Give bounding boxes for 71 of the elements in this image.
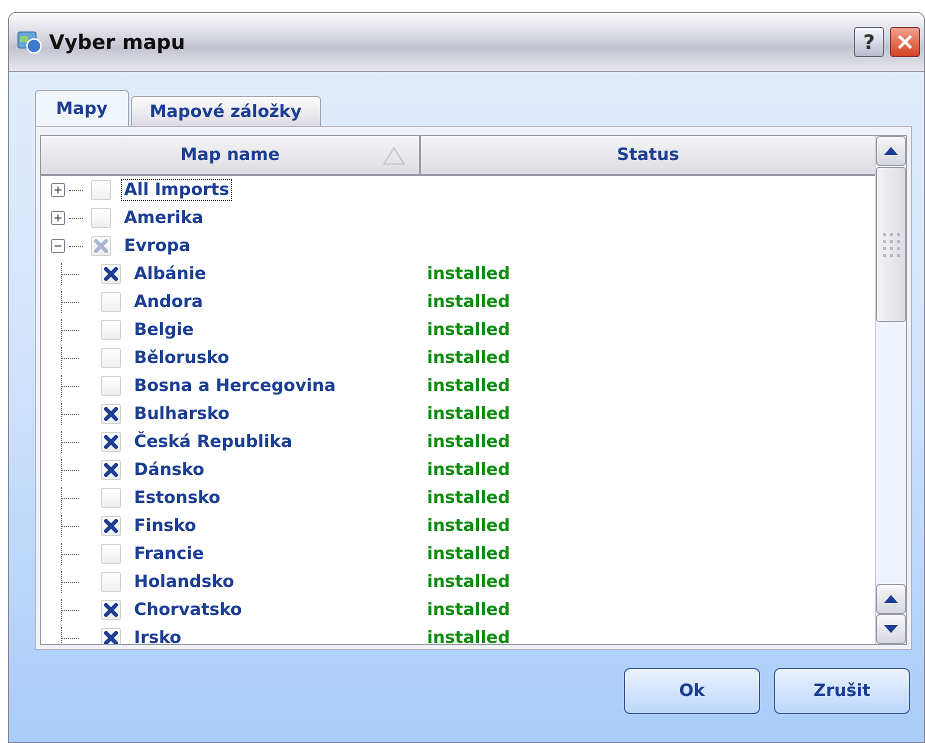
checkbox[interactable]	[101, 264, 121, 284]
tree-item[interactable]: Holandsko	[131, 571, 238, 593]
tree-item[interactable]: Evropa	[121, 235, 194, 257]
expand-icon[interactable]	[51, 211, 65, 225]
down-arrow-icon	[884, 625, 898, 633]
dialog-button[interactable]: Ok	[624, 668, 760, 714]
checkbox[interactable]	[101, 488, 121, 508]
status-text: installed	[427, 460, 510, 480]
status-text: installed	[427, 544, 510, 564]
status-text: installed	[427, 432, 510, 452]
checkbox[interactable]	[101, 460, 121, 480]
status-text: installed	[427, 264, 510, 284]
tree-item[interactable]: Estonsko	[131, 487, 224, 509]
checkbox[interactable]	[101, 516, 121, 536]
checkbox[interactable]	[101, 432, 121, 452]
tree-item[interactable]: Albánie	[131, 263, 210, 285]
tree-item[interactable]: Česká Republika	[131, 431, 296, 453]
scroll-down-button[interactable]	[876, 614, 906, 644]
tree-item[interactable]: Bosna a Hercegovina	[131, 375, 339, 397]
status-text: installed	[427, 572, 510, 592]
help-button[interactable]: ?	[854, 27, 884, 57]
status-text: installed	[427, 516, 510, 536]
status-text: installed	[427, 628, 510, 644]
tree-item[interactable]: Bulharsko	[131, 403, 232, 425]
tree-item[interactable]: Francie	[131, 543, 207, 565]
checkbox[interactable]	[101, 600, 121, 620]
checkbox[interactable]	[101, 628, 121, 644]
column-header[interactable]: Status	[421, 136, 875, 176]
column-header[interactable]: Map name	[41, 136, 421, 176]
status-text: installed	[427, 404, 510, 424]
sort-icon	[383, 147, 405, 165]
tree-item[interactable]: Bělorusko	[131, 347, 232, 369]
checkbox[interactable]	[101, 572, 121, 592]
close-button[interactable]	[890, 27, 920, 57]
status-text: installed	[427, 600, 510, 620]
status-text: installed	[427, 488, 510, 508]
tree-item[interactable]: Amerika	[121, 207, 206, 229]
tree-item[interactable]: Dánsko	[131, 459, 208, 481]
collapse-icon[interactable]	[51, 239, 65, 253]
checkbox[interactable]	[101, 348, 121, 368]
up-arrow-icon	[884, 595, 898, 603]
expand-icon[interactable]	[51, 183, 65, 197]
checkbox[interactable]	[91, 180, 111, 200]
status-text: installed	[427, 292, 510, 312]
status-text: installed	[427, 320, 510, 340]
scrollbar[interactable]	[875, 136, 906, 644]
tree-item[interactable]: Finsko	[131, 515, 200, 537]
map-globe-icon	[17, 30, 43, 54]
status-text: installed	[427, 376, 510, 396]
checkbox[interactable]	[91, 208, 111, 228]
scroll-thumb[interactable]	[876, 167, 906, 322]
checkbox[interactable]	[101, 292, 121, 312]
tab[interactable]: Mapové záložky	[130, 96, 321, 126]
scroll-up-button[interactable]	[876, 136, 906, 166]
tree-item[interactable]: Chorvatsko	[131, 599, 245, 621]
tree-item[interactable]: Irsko	[131, 627, 184, 644]
tree-item[interactable]: Andora	[131, 291, 206, 313]
close-icon	[895, 32, 915, 52]
status-text: installed	[427, 348, 510, 368]
checkbox[interactable]	[101, 376, 121, 396]
tree-item[interactable]: Belgie	[131, 319, 197, 341]
checkbox[interactable]	[101, 320, 121, 340]
checkbox[interactable]	[101, 404, 121, 424]
tree-item[interactable]: All Imports	[121, 179, 232, 201]
checkbox[interactable]	[101, 544, 121, 564]
checkbox[interactable]	[91, 236, 111, 256]
tab[interactable]: Mapy	[35, 90, 129, 126]
dialog-button[interactable]: Zrušit	[774, 668, 910, 714]
scroll-up-button[interactable]	[876, 584, 906, 614]
window-title: Vyber mapu	[49, 30, 186, 54]
up-arrow-icon	[884, 147, 898, 155]
